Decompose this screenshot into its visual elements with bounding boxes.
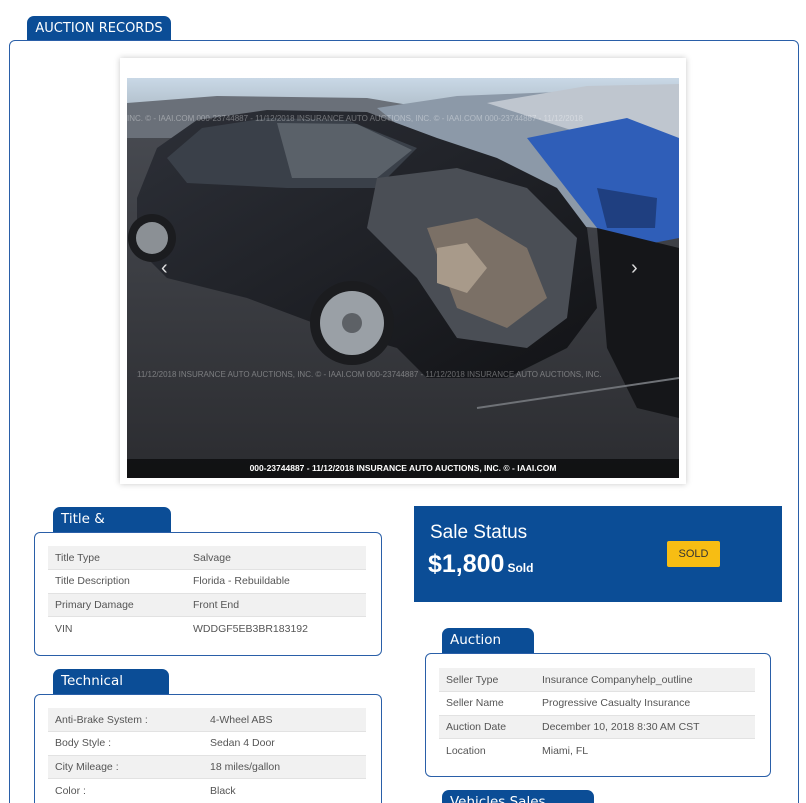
row-value: Progressive Casualty Insurance — [535, 691, 755, 716]
row-label: Seller Name — [439, 691, 535, 716]
table-row: Title Description Florida - Rebuildable — [48, 569, 366, 594]
row-label: City Mileage : — [48, 755, 203, 779]
technical-specs-tab: Technical Specs — [53, 669, 169, 714]
row-label: Primary Damage — [48, 593, 186, 617]
row-label: Anti-Brake System : — [48, 708, 203, 732]
sale-price-amount: $1,800 — [428, 550, 505, 578]
row-value: Salvage — [186, 546, 366, 570]
row-label: Body Style : — [48, 731, 203, 756]
table-row: Anti-Brake System :4-Wheel ABS — [48, 708, 366, 732]
table-row: Primary Damage Front End — [48, 593, 366, 617]
photo-watermark-bottom: 11/12/2018 INSURANCE AUTO AUCTIONS, INC.… — [137, 370, 602, 379]
sales-history-tab: Vehicles Sales History — [442, 790, 594, 803]
table-row: Seller Type Insurance Companyhelp_outline — [439, 668, 755, 692]
row-value: 4-Wheel ABS — [203, 708, 366, 732]
table-row: Body Style : Sedan 4 Door — [48, 731, 366, 756]
table-row: VIN WDDGF5EB3BR183192 — [48, 616, 366, 640]
row-label: Auction Date — [439, 715, 535, 739]
row-label: Location — [439, 738, 535, 762]
photo-watermark-top: INC. © - IAAI.COM 000-23744887 - 11/12/2… — [127, 114, 583, 123]
sale-status-title: Sale Status — [430, 522, 528, 543]
auction-info-tab: Auction Info — [442, 628, 534, 673]
table-row: Color : Black — [48, 778, 366, 802]
row-label: Title Description — [48, 569, 186, 594]
vehicle-photo[interactable]: INC. © - IAAI.COM 000-23744887 - 11/12/2… — [127, 78, 679, 478]
technical-specs-table: Anti-Brake System :4-Wheel ABS Body Styl… — [48, 708, 366, 802]
chevron-left-icon[interactable]: ‹ — [161, 258, 168, 278]
chevron-right-icon[interactable]: › — [631, 258, 638, 278]
row-value: WDDGF5EB3BR183192 — [186, 616, 366, 640]
photo-caption: 000-23744887 - 11/12/2018 INSURANCE AUTO… — [127, 459, 679, 478]
table-row: Seller Name Progressive Casualty Insuranc… — [439, 691, 755, 716]
row-label: Seller Type — [439, 668, 535, 692]
table-row: Title Type Salvage — [48, 546, 366, 570]
row-value: Black — [203, 778, 366, 802]
sold-status-badge: SOLD — [667, 541, 720, 567]
row-value: Florida - Rebuildable — [186, 569, 366, 594]
sale-price-suffix: Sold — [507, 561, 534, 575]
row-label: VIN — [48, 616, 186, 640]
row-label: Color : — [48, 778, 203, 802]
row-label: Title Type — [48, 546, 186, 570]
sale-price: $1,800 Sold — [428, 550, 533, 579]
table-row: Location Miami, FL — [439, 738, 755, 762]
vehicle-photo-image — [127, 78, 679, 478]
row-value: December 10, 2018 8:30 AM CST — [535, 715, 755, 739]
row-value: Miami, FL — [535, 738, 755, 762]
row-value: Sedan 4 Door — [203, 731, 366, 756]
auction-records-tab: AUCTION RECORDS — [27, 16, 171, 40]
title-condition-tab: Title & Condition — [53, 507, 171, 552]
auction-info-table: Seller Type Insurance Companyhelp_outline… — [439, 668, 755, 762]
row-value: Insurance Companyhelp_outline — [535, 668, 755, 692]
title-condition-table: Title Type Salvage Title Description Flori… — [48, 546, 366, 640]
table-row: City Mileage :18 miles/gallon — [48, 755, 366, 779]
row-value: 18 miles/gallon — [203, 755, 366, 779]
sale-status-box: Sale Status $1,800 Sold SOLD — [414, 506, 782, 602]
row-value: Front End — [186, 593, 366, 617]
table-row: Auction Date December 10, 2018 8:30 AM CS… — [439, 715, 755, 739]
